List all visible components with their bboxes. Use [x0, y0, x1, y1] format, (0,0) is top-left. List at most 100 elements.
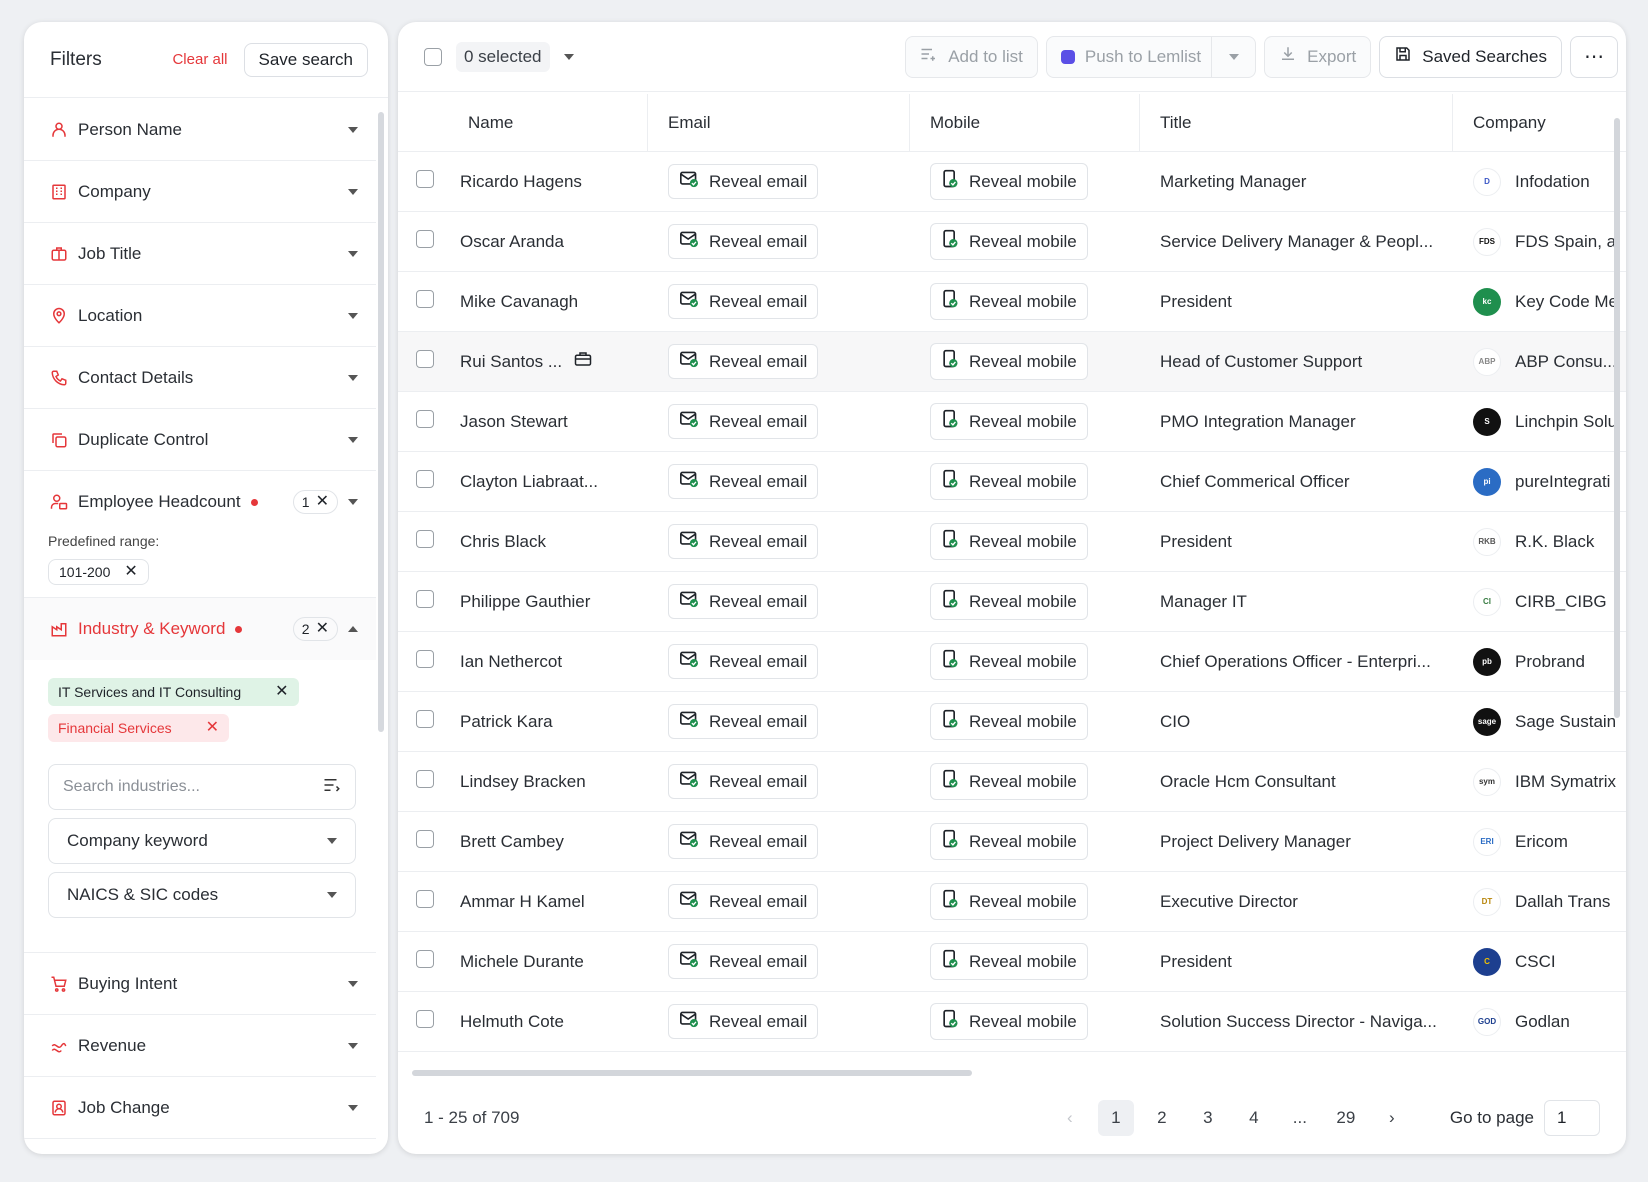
chevron-down-icon[interactable] — [348, 1104, 358, 1111]
filter-row-contact-details[interactable]: Contact Details — [24, 347, 376, 409]
filter-row-location[interactable]: Location — [24, 285, 376, 347]
person-name[interactable]: Chris Black — [460, 532, 546, 552]
table-row[interactable]: Lindsey Bracken Reveal email Reveal mobile… — [398, 752, 1626, 812]
reveal-email-button[interactable]: Reveal email — [668, 224, 819, 259]
column-header-company[interactable]: Company — [1453, 94, 1626, 151]
company-name[interactable]: Linchpin Solu — [1515, 412, 1617, 432]
filter-row-employee-headcount[interactable]: Employee Headcount 1 ✕ — [24, 471, 376, 533]
table-row[interactable]: Clayton Liabraat... Reveal email Reveal mo… — [398, 452, 1626, 512]
filter-row-buying-intent[interactable]: Buying Intent — [24, 953, 376, 1015]
reveal-mobile-button[interactable]: Reveal mobile — [930, 163, 1088, 200]
row-checkbox[interactable] — [416, 350, 434, 368]
table-vertical-scrollbar[interactable] — [1614, 118, 1620, 718]
filter-row-job-title[interactable]: Job Title — [24, 223, 376, 285]
table-row[interactable]: Rui Santos ... Reveal email Reveal mobile H… — [398, 332, 1626, 392]
filter-row-job-change[interactable]: Job Change — [24, 1077, 376, 1139]
list-filter-icon[interactable] — [323, 777, 341, 798]
next-page-button[interactable]: › — [1374, 1100, 1410, 1136]
chevron-down-icon[interactable] — [348, 980, 358, 987]
chevron-up-icon[interactable] — [348, 626, 358, 632]
person-name[interactable]: Philippe Gauthier — [460, 592, 590, 612]
chevron-down-icon[interactable] — [348, 188, 358, 195]
row-checkbox[interactable] — [416, 470, 434, 488]
person-name[interactable]: Clayton Liabraat... — [460, 472, 598, 492]
person-name[interactable]: Helmuth Cote — [460, 1012, 564, 1032]
filter-row-person-name[interactable]: Person Name — [24, 99, 376, 161]
filter-row-funding[interactable]: Funding — [24, 1139, 376, 1154]
chevron-down-icon[interactable] — [348, 1042, 358, 1049]
reveal-mobile-button[interactable]: Reveal mobile — [930, 1003, 1088, 1040]
chevron-down-icon[interactable] — [563, 53, 574, 60]
filters-scrollbar[interactable] — [378, 112, 384, 732]
company-name[interactable]: R.K. Black — [1515, 532, 1594, 552]
company-name[interactable]: Probrand — [1515, 652, 1585, 672]
chevron-down-icon[interactable] — [348, 436, 358, 443]
table-row[interactable]: Ricardo Hagens Reveal email Reveal mobile M… — [398, 152, 1626, 212]
page-button[interactable]: 29 — [1328, 1100, 1364, 1136]
chevron-down-icon[interactable] — [348, 250, 358, 257]
table-row[interactable]: Michele Durante Reveal email Reveal mobile… — [398, 932, 1626, 992]
reveal-email-button[interactable]: Reveal email — [668, 944, 819, 979]
company-name[interactable]: Dallah Trans — [1515, 892, 1610, 912]
row-checkbox[interactable] — [416, 590, 434, 608]
reveal-mobile-button[interactable]: Reveal mobile — [930, 643, 1088, 680]
saved-searches-button[interactable]: Saved Searches — [1379, 35, 1562, 78]
person-name[interactable]: Jason Stewart — [460, 412, 568, 432]
company-name[interactable]: CIRB_CIBG — [1515, 592, 1607, 612]
add-to-list-button[interactable]: Add to list — [905, 35, 1038, 78]
row-checkbox[interactable] — [416, 650, 434, 668]
row-checkbox[interactable] — [416, 890, 434, 908]
person-name[interactable]: Ammar H Kamel — [460, 892, 585, 912]
reveal-email-button[interactable]: Reveal email — [668, 824, 819, 859]
column-header-name[interactable]: Name — [444, 94, 648, 151]
reveal-mobile-button[interactable]: Reveal mobile — [930, 523, 1088, 560]
row-checkbox[interactable] — [416, 410, 434, 428]
close-icon[interactable]: ✕ — [124, 564, 137, 580]
search-industries-input[interactable]: Search industries... — [48, 764, 356, 810]
reveal-email-button[interactable]: Reveal email — [668, 584, 819, 619]
reveal-mobile-button[interactable]: Reveal mobile — [930, 223, 1088, 260]
row-checkbox[interactable] — [416, 530, 434, 548]
filter-row-duplicate-control[interactable]: Duplicate Control — [24, 409, 376, 471]
person-name[interactable]: Rui Santos ... — [460, 352, 562, 372]
close-icon[interactable]: ✕ — [316, 621, 329, 637]
table-row[interactable]: Jason Stewart Reveal email Reveal mobile PM… — [398, 392, 1626, 452]
page-button[interactable]: 2 — [1144, 1100, 1180, 1136]
reveal-mobile-button[interactable]: Reveal mobile — [930, 943, 1088, 980]
company-name[interactable]: Godlan — [1515, 1012, 1570, 1032]
person-name[interactable]: Lindsey Bracken — [460, 772, 586, 792]
person-name[interactable]: Michele Durante — [460, 952, 584, 972]
reveal-email-button[interactable]: Reveal email — [668, 764, 819, 799]
company-name[interactable]: FDS Spain, a — [1515, 232, 1616, 252]
reveal-mobile-button[interactable]: Reveal mobile — [930, 283, 1088, 320]
table-row[interactable]: Brett Cambey Reveal email Reveal mobile Pro… — [398, 812, 1626, 872]
table-row[interactable]: Ian Nethercot Reveal email Reveal mobile Ch… — [398, 632, 1626, 692]
push-to-lemlist-button[interactable]: Push to Lemlist — [1045, 35, 1257, 78]
reveal-email-button[interactable]: Reveal email — [668, 884, 819, 919]
close-icon[interactable]: ✕ — [275, 684, 288, 700]
reveal-mobile-button[interactable]: Reveal mobile — [930, 583, 1088, 620]
table-row[interactable]: Ammar H Kamel Reveal email Reveal mobile Ex… — [398, 872, 1626, 932]
chevron-down-icon[interactable] — [348, 374, 358, 381]
table-horizontal-scrollbar[interactable] — [412, 1070, 972, 1076]
page-button[interactable]: 3 — [1190, 1100, 1226, 1136]
table-row[interactable]: Chris Black Reveal email Reveal mobile Pres… — [398, 512, 1626, 572]
reveal-mobile-button[interactable]: Reveal mobile — [930, 403, 1088, 440]
row-checkbox[interactable] — [416, 1010, 434, 1028]
table-row[interactable]: Mike Cavanagh Reveal email Reveal mobile Pr… — [398, 272, 1626, 332]
reveal-email-button[interactable]: Reveal email — [668, 344, 819, 379]
filter-row-company[interactable]: Company — [24, 161, 376, 223]
reveal-mobile-button[interactable]: Reveal mobile — [930, 823, 1088, 860]
filter-row-revenue[interactable]: Revenue — [24, 1015, 376, 1077]
chevron-down-icon[interactable] — [348, 499, 358, 505]
company-name[interactable]: pureIntegrati — [1515, 472, 1610, 492]
person-name[interactable]: Ricardo Hagens — [460, 172, 582, 192]
clear-all-link[interactable]: Clear all — [172, 51, 227, 68]
company-name[interactable]: Infodation — [1515, 172, 1590, 192]
chevron-down-icon[interactable] — [348, 126, 358, 133]
reveal-email-button[interactable]: Reveal email — [668, 524, 819, 559]
more-options-button[interactable]: ⋯ — [1570, 35, 1618, 78]
table-row[interactable]: Oscar Aranda Reveal email Reveal mobile Ser… — [398, 212, 1626, 272]
row-checkbox[interactable] — [416, 290, 434, 308]
row-checkbox[interactable] — [416, 830, 434, 848]
